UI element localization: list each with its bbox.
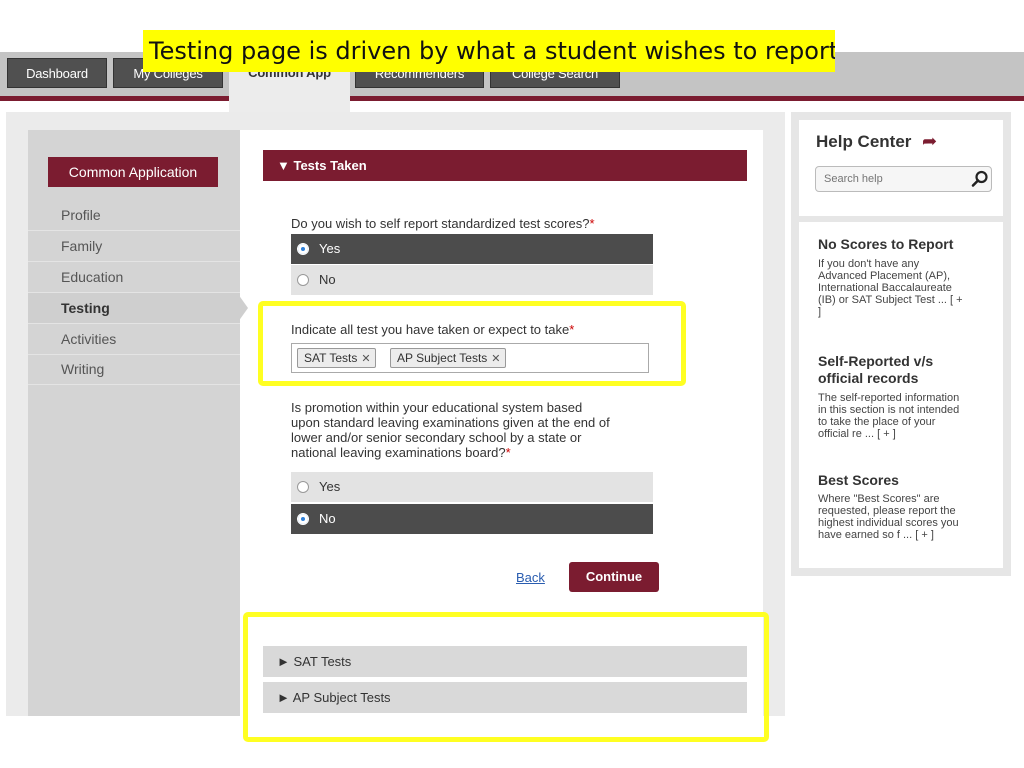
- question-line: upon standard leaving examinations given…: [291, 415, 610, 430]
- radio-unchecked-icon: [297, 274, 309, 286]
- search-icon[interactable]: [970, 169, 990, 189]
- option-self-report-no[interactable]: No: [291, 265, 653, 295]
- highlight-box: [258, 301, 686, 386]
- required-marker: *: [505, 445, 511, 460]
- sidebar-item-profile[interactable]: Profile: [28, 200, 240, 231]
- option-self-report-yes[interactable]: Yes: [291, 234, 653, 264]
- back-link[interactable]: Back: [516, 570, 545, 585]
- option-label: No: [319, 511, 336, 526]
- required-marker: *: [589, 216, 595, 231]
- option-label: Yes: [319, 241, 341, 256]
- radio-checked-icon: [297, 243, 309, 255]
- option-leaving-exams-no[interactable]: No: [291, 504, 653, 534]
- sidebar-item-writing[interactable]: Writing: [28, 354, 240, 385]
- tests-taken-header[interactable]: ▼ Tests Taken: [263, 150, 747, 181]
- option-label: Yes: [319, 479, 341, 494]
- question-line: lower and/or senior secondary school by …: [291, 430, 582, 445]
- common-application-button[interactable]: Common Application: [48, 157, 218, 187]
- help-article-excerpt: Where "Best Scores" are requested, pleas…: [818, 493, 959, 541]
- top-nav-divider: [0, 96, 1024, 101]
- option-leaving-exams-yes[interactable]: Yes: [291, 472, 653, 502]
- sidebar-item-family[interactable]: Family: [28, 231, 240, 262]
- help-article-title[interactable]: No Scores to Report: [818, 236, 953, 253]
- sidebar-item-activities[interactable]: Activities: [28, 324, 240, 355]
- radio-unchecked-icon: [297, 481, 309, 493]
- share-arrow-icon: ➦: [922, 131, 938, 151]
- help-center-title: Help Center: [816, 132, 912, 151]
- help-article-excerpt: If you don't have any Advanced Placement…: [818, 258, 963, 318]
- tab-dashboard[interactable]: Dashboard: [7, 58, 107, 88]
- help-article-title[interactable]: Self-Reported v/s official records: [818, 353, 933, 387]
- sidebar-item-testing[interactable]: Testing: [28, 293, 240, 324]
- slide-caption: Testing page is driven by what a student…: [143, 30, 835, 72]
- help-article-title[interactable]: Best Scores: [818, 472, 899, 489]
- help-search-input[interactable]: [815, 166, 992, 192]
- question-line: Is promotion within your educational sys…: [291, 400, 583, 415]
- sidebar-item-education[interactable]: Education: [28, 262, 240, 293]
- highlight-box: [243, 612, 769, 742]
- active-pointer-icon: [238, 294, 248, 322]
- option-label: No: [319, 272, 336, 287]
- help-article-excerpt: The self-reported information in this se…: [818, 392, 960, 440]
- continue-button[interactable]: Continue: [569, 562, 659, 592]
- question-self-report: Do you wish to self report standardized …: [291, 216, 595, 231]
- question-leaving-exams: Is promotion within your educational sys…: [291, 400, 653, 460]
- question-line: national leaving examinations board?*: [291, 445, 511, 460]
- question-self-report-text: Do you wish to self report standardized …: [291, 216, 590, 231]
- radio-checked-icon: [297, 513, 309, 525]
